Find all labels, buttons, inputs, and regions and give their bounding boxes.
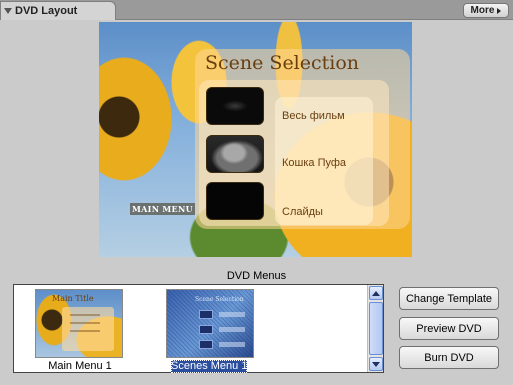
- burn-dvd-button[interactable]: Burn DVD: [399, 346, 499, 369]
- scene-thumbnail-2[interactable]: [206, 135, 264, 173]
- main-menu-label[interactable]: Main Menu 1: [46, 360, 114, 373]
- main-menu-thumb-line: [70, 314, 100, 316]
- scene-thumbnail-1[interactable]: [206, 87, 264, 125]
- scene-item-full-movie[interactable]: Весь фильм: [282, 110, 345, 122]
- scenes-menu-thumb-box: [199, 340, 213, 349]
- scenes-menu-thumb-line: [219, 312, 245, 317]
- scenes-menu-thumbnail[interactable]: Scene Selection: [166, 289, 254, 358]
- main-menu-thumb-title: Main Title: [52, 294, 94, 303]
- more-arrow-icon: [497, 7, 502, 14]
- collapse-triangle-icon[interactable]: [4, 8, 12, 14]
- scene-selection-title: Scene Selection: [205, 52, 360, 74]
- more-button[interactable]: More: [463, 3, 509, 18]
- scroll-thumb[interactable]: [369, 302, 383, 355]
- dvd-menus-heading: DVD Menus: [226, 270, 287, 282]
- scenes-menu-thumb-title: Scene Selection: [195, 296, 244, 303]
- scenes-menu-thumb-box: [199, 325, 213, 334]
- arrow-up-icon: [372, 290, 380, 296]
- scenes-menu-thumb-line: [219, 342, 245, 347]
- main-menu-link[interactable]: MAIN MENU: [130, 203, 195, 215]
- dvd-menus-list: Main Title Main Menu 1 Scene Selection S…: [13, 284, 384, 373]
- more-label: More: [470, 5, 495, 16]
- scenes-menu-thumb-line: [219, 327, 245, 332]
- main-menu-thumbnail[interactable]: Main Title: [35, 289, 123, 358]
- scene-item-cat[interactable]: Кошка Пуфа: [282, 157, 346, 169]
- change-template-button[interactable]: Change Template: [399, 287, 499, 310]
- scene-thumbnail-3[interactable]: [206, 182, 264, 220]
- menu-preview: Scene Selection Весь фильм Кошка Пуфа Сл…: [99, 22, 412, 257]
- scene-item-slides[interactable]: Слайды: [282, 206, 323, 218]
- preview-dvd-button[interactable]: Preview DVD: [399, 317, 499, 340]
- scroll-down-button[interactable]: [369, 357, 383, 371]
- panel-tab[interactable]: DVD Layout: [0, 1, 116, 20]
- panel-tabbar: DVD Layout More: [0, 0, 513, 20]
- arrow-down-icon: [372, 361, 380, 367]
- scenes-menu-label[interactable]: Scenes Menu 1: [171, 360, 247, 373]
- main-menu-thumb-line: [70, 330, 100, 332]
- scroll-up-button[interactable]: [369, 286, 383, 300]
- scenes-menu-thumb-box: [199, 310, 213, 319]
- menus-scrollbar[interactable]: [367, 285, 383, 372]
- panel-title: DVD Layout: [15, 5, 78, 17]
- main-menu-thumb-line: [70, 322, 100, 324]
